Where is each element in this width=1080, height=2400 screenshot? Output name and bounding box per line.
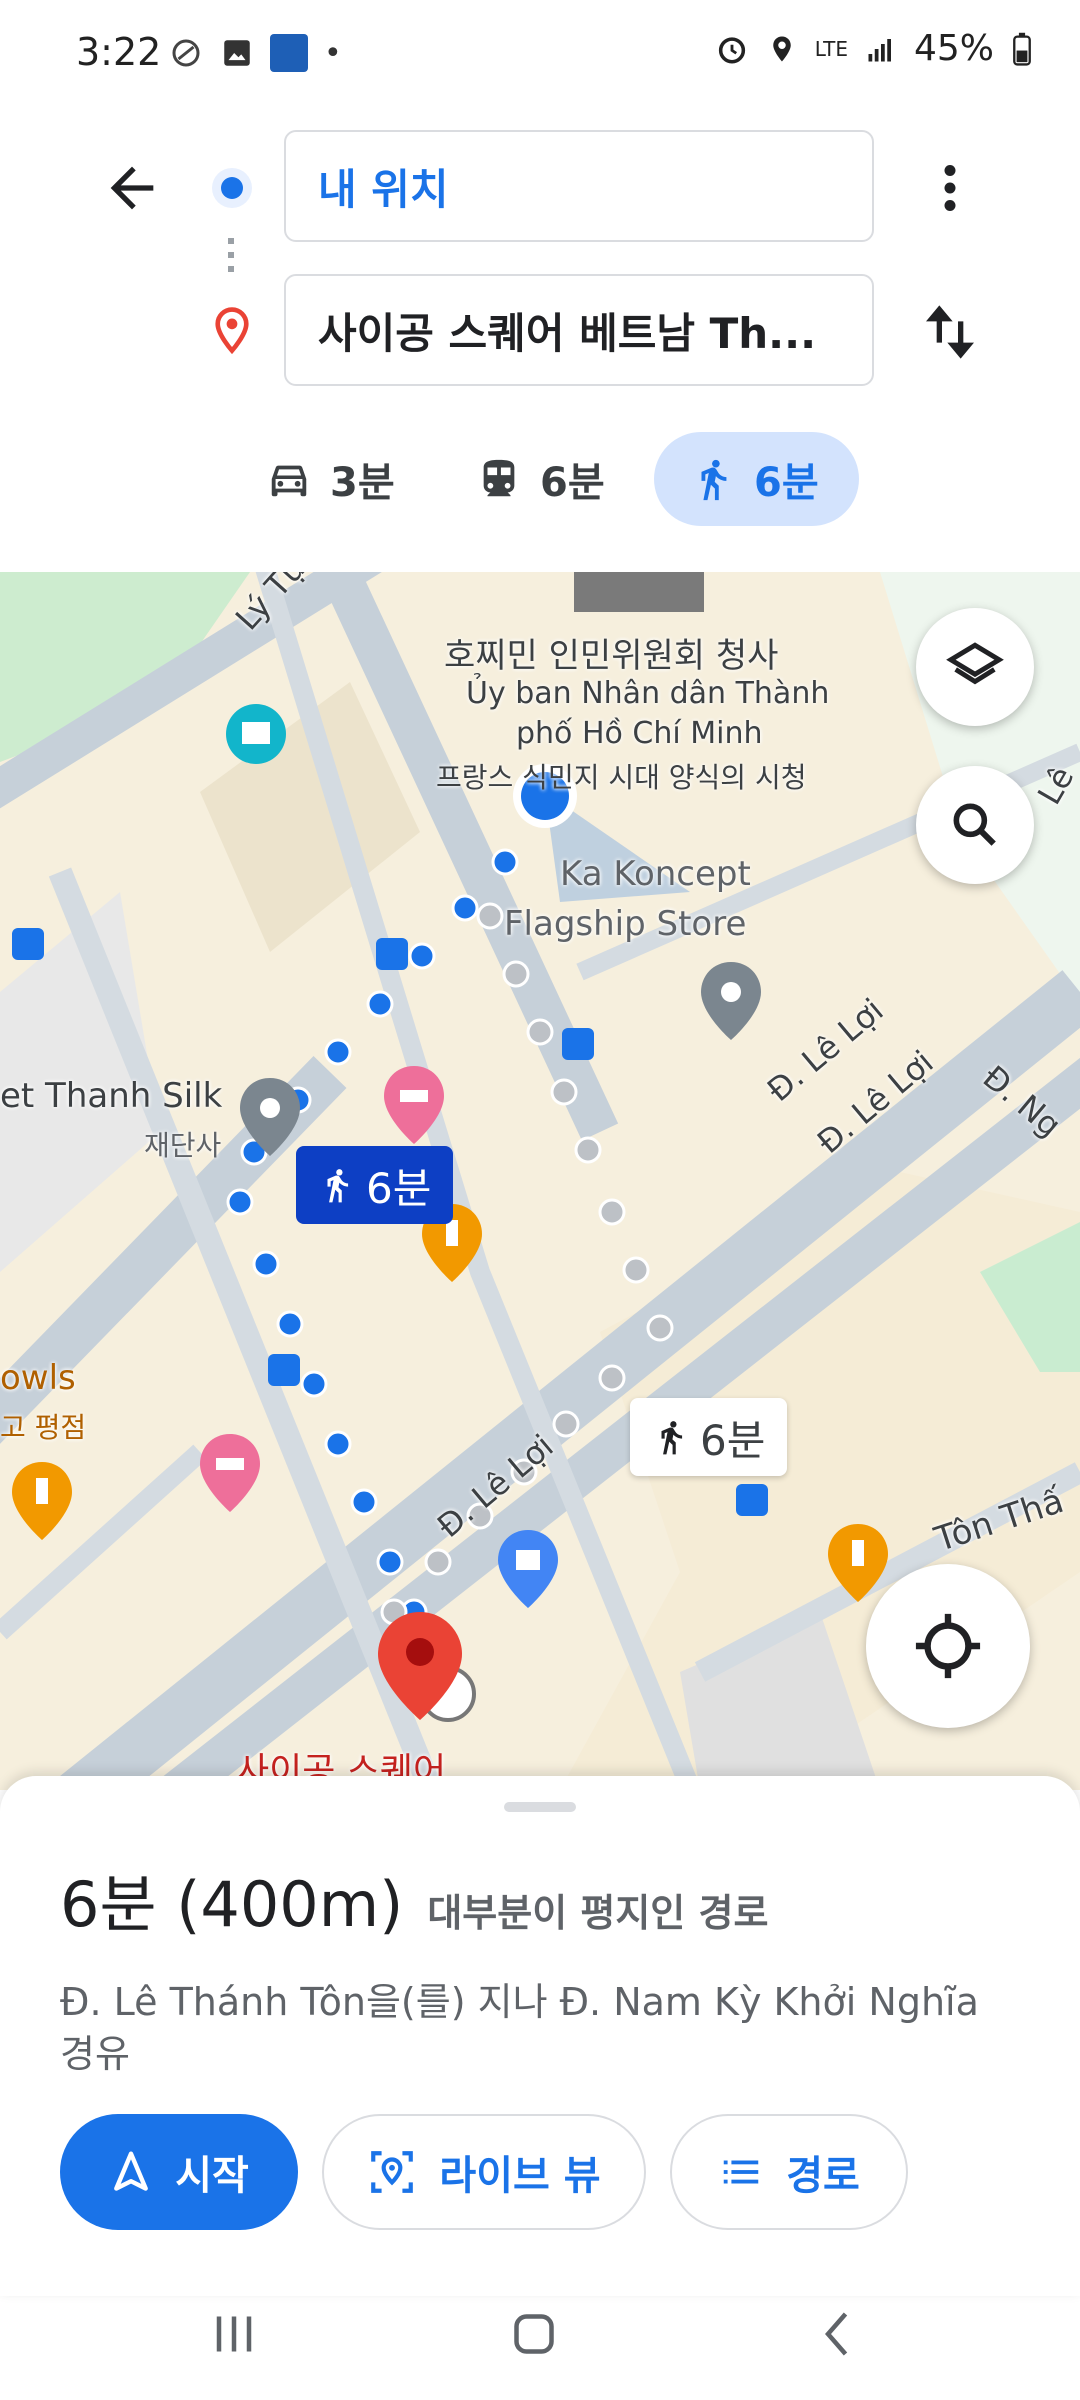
route-badge-alternate[interactable]: 6분 xyxy=(630,1398,788,1476)
layers-button[interactable] xyxy=(916,608,1034,726)
home-icon[interactable] xyxy=(504,2304,564,2364)
network-type: LTE xyxy=(814,36,848,61)
steps-button[interactable]: 경로 xyxy=(670,2114,908,2230)
map-label-store-1: Ka Koncept xyxy=(560,854,751,894)
start-label: 시작 xyxy=(175,2153,249,2199)
system-nav-bar xyxy=(0,2296,1080,2400)
live-view-label: 라이브 뷰 xyxy=(439,2153,601,2199)
sheet-drag-handle[interactable] xyxy=(504,1802,576,1812)
live-view-button[interactable]: 라이브 뷰 xyxy=(322,2114,646,2230)
search-icon xyxy=(953,803,996,846)
recent-apps-icon[interactable] xyxy=(204,2304,264,2364)
mode-transit-time: 6분 xyxy=(540,460,605,506)
car-icon xyxy=(271,465,307,497)
route-duration: 6분 (400m) xyxy=(60,1868,404,1941)
signal-icon xyxy=(868,38,891,61)
map-label-silk-sub: 재단사 xyxy=(144,1129,222,1162)
status-time: 3:22 xyxy=(76,30,162,74)
location-icon xyxy=(772,36,791,61)
steps-label: 경로 xyxy=(786,2153,860,2199)
walk-icon xyxy=(327,1169,349,1203)
layers-icon xyxy=(946,642,1004,685)
route-summary: 6분 (400m) 대부분이 평지인 경로 xyxy=(60,1854,768,1944)
more-options-icon[interactable] xyxy=(920,156,980,220)
navigation-arrow-icon xyxy=(114,2151,149,2191)
map-label-bowls: owls xyxy=(0,1358,76,1398)
image-notification-icon xyxy=(224,40,250,66)
directions-sheet: 6분 (400m) 대부분이 평지인 경로 Đ. Lê Thánh Tôn을(를… xyxy=(0,1776,1080,2296)
map-label-city-hall-desc: 프랑스 식민지 시대 양식의 시청 xyxy=(436,761,807,794)
route-badge-primary[interactable]: 6분 xyxy=(296,1146,454,1224)
battery-icon xyxy=(1013,32,1031,66)
my-location-button[interactable] xyxy=(866,1564,1030,1728)
live-view-icon xyxy=(371,2151,414,2193)
more-notifications-dot: • xyxy=(324,35,342,71)
start-button[interactable]: 시작 xyxy=(60,2114,298,2230)
walk-icon xyxy=(661,1421,683,1455)
mode-walk-time: 6분 xyxy=(754,460,819,506)
destination-pin-icon xyxy=(215,307,249,355)
map-label-city-hall-vi-2: phố Hồ Chí Minh xyxy=(516,716,763,751)
destination-field[interactable]: 사이공 스퀘어 베트남 Th... xyxy=(284,274,874,386)
status-right: LTE 45% xyxy=(715,28,1032,69)
samsung-securities-icon xyxy=(270,34,308,72)
my-location-icon xyxy=(915,1613,981,1679)
map-label-city-hall-vi-1: Ủy ban Nhân dân Thành xyxy=(466,676,830,711)
route-via: Đ. Lê Thánh Tôn을(를) 지나 Đ. Nam Kỳ Khởi Ng… xyxy=(60,1980,979,2076)
mode-walk[interactable]: 6분 xyxy=(654,432,859,526)
map-label-store-2: Flagship Store xyxy=(504,904,747,944)
list-icon xyxy=(723,2160,759,2184)
search-map-button[interactable] xyxy=(916,766,1034,884)
transit-icon xyxy=(483,459,515,497)
notification-icons: • xyxy=(168,34,342,72)
walk-icon xyxy=(701,459,727,501)
mode-transit[interactable]: 6분 xyxy=(476,432,605,526)
origin-field[interactable]: 내 위치 xyxy=(284,130,874,242)
map-label-silk: et Thanh Silk xyxy=(0,1076,223,1116)
mode-drive[interactable]: 3분 xyxy=(266,432,395,526)
status-bar: 3:22 • LTE 45% xyxy=(0,0,1080,110)
origin-dot-icon xyxy=(212,168,252,208)
swap-directions-icon[interactable] xyxy=(918,296,982,368)
app-notification-icon xyxy=(172,39,200,67)
route-note: 대부분이 평지인 경로 xyxy=(427,1891,769,1935)
route-badge-primary-time: 6분 xyxy=(366,1163,432,1213)
place-pin-museum xyxy=(226,704,286,764)
back-nav-icon[interactable] xyxy=(808,2304,868,2364)
mode-drive-time: 3분 xyxy=(330,460,395,506)
map-label-bowls-sub: 고 평점 xyxy=(0,1411,87,1444)
route-badge-alternate-time: 6분 xyxy=(700,1415,766,1465)
map-label-city-hall: 호찌민 인민위원회 청사 xyxy=(444,636,779,676)
alarm-icon xyxy=(718,36,745,64)
map-view[interactable]: 호찌민 인민위원회 청사 Ủy ban Nhân dân Thành phố H… xyxy=(0,572,1080,1790)
route-connector-dots xyxy=(228,238,234,278)
battery-percent: 45% xyxy=(913,28,994,69)
back-arrow-icon[interactable] xyxy=(100,156,164,220)
